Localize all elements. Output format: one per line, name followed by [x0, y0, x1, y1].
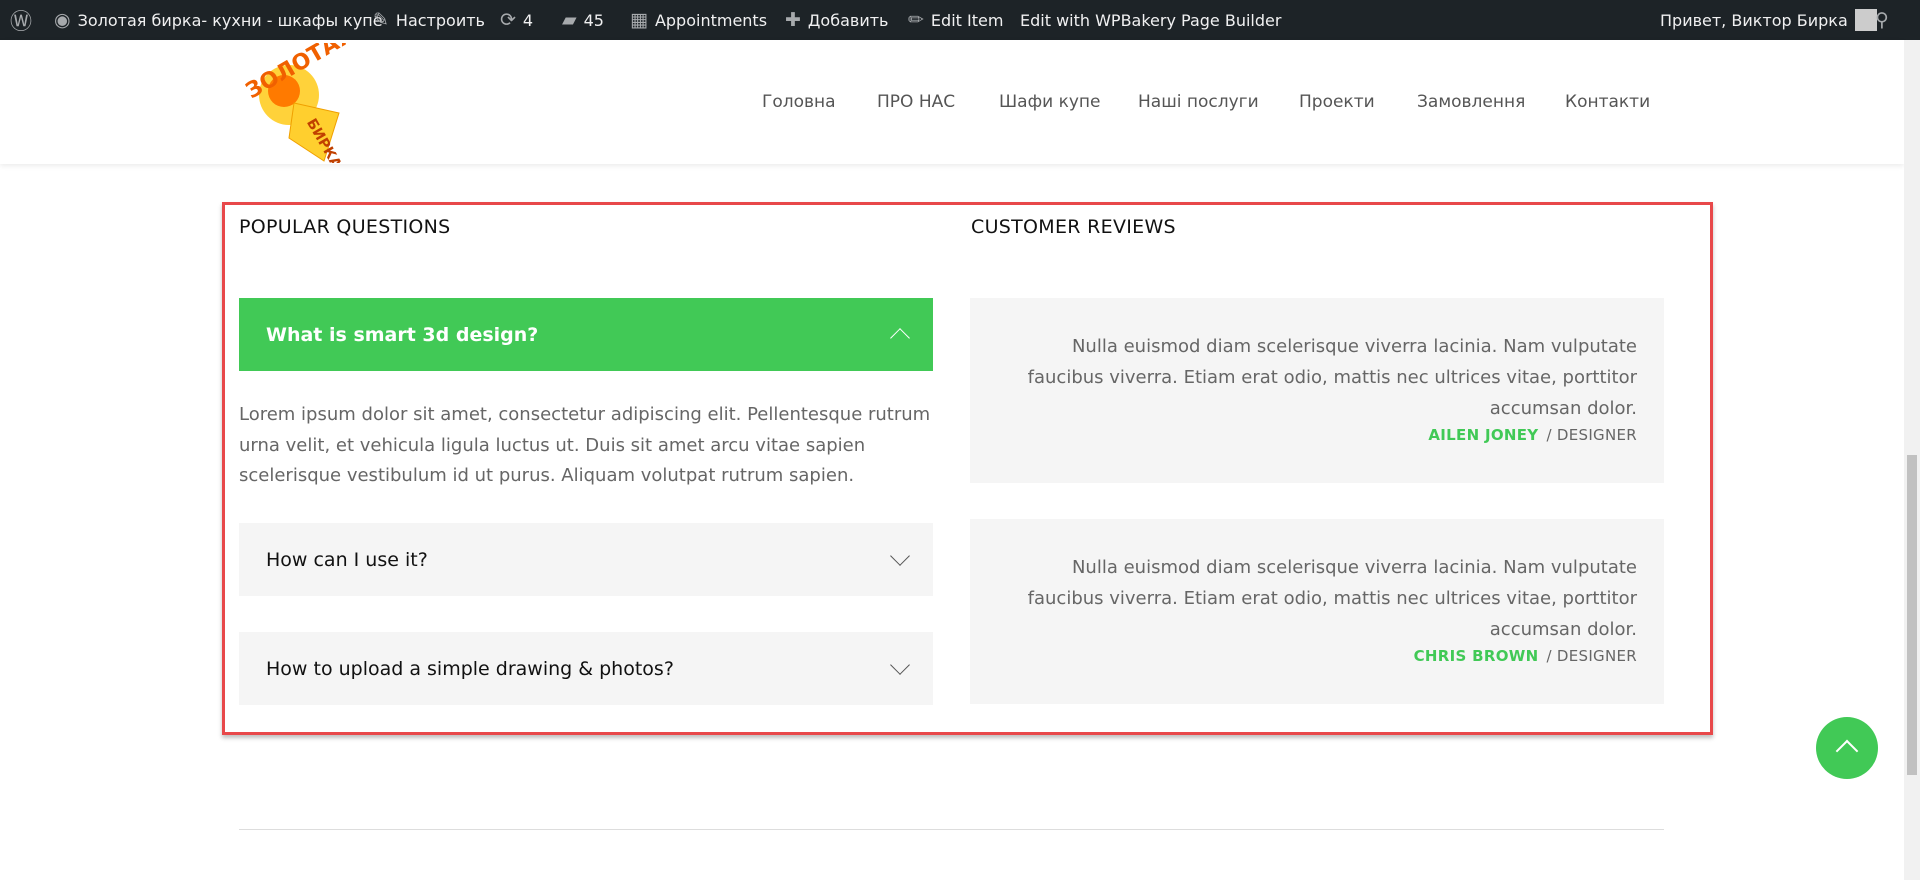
wordpress-logo-icon[interactable]: Ⓦ	[10, 0, 32, 40]
nav-projects[interactable]: Проекти	[1299, 92, 1375, 112]
faq-question: How to upload a simple drawing & photos?	[266, 657, 674, 680]
faq-title: POPULAR QUESTIONS	[239, 216, 451, 238]
faq-item-open[interactable]: What is smart 3d design?	[239, 298, 933, 371]
review-text: Nulla euismod diam scelerisque viverra l…	[1027, 336, 1637, 419]
faq-question: What is smart 3d design?	[266, 323, 539, 346]
appointments-label: Appointments	[654, 10, 768, 30]
faq-question: How can I use it?	[266, 548, 428, 571]
customize-link[interactable]: ✎ Настроить	[373, 0, 485, 40]
comment-icon: ▰	[562, 9, 577, 31]
avatar	[1854, 9, 1877, 31]
dashboard-icon: ◉	[54, 9, 71, 31]
author-role: / DESIGNER	[1546, 647, 1637, 665]
wpbakery-label: Edit with WPBakery Page Builder	[1020, 10, 1282, 30]
scroll-to-top-button[interactable]	[1816, 717, 1878, 779]
reviews-title: CUSTOMER REVIEWS	[971, 216, 1176, 238]
scrollbar[interactable]	[1904, 40, 1920, 880]
review-card: Nulla euismod diam scelerisque viverra l…	[970, 519, 1664, 704]
faq-item[interactable]: How can I use it?	[239, 523, 933, 596]
wpbakery-link[interactable]: Edit with WPBakery Page Builder	[1020, 0, 1281, 40]
nav-home[interactable]: Головна	[762, 92, 836, 112]
updates-link[interactable]: ⟳ 4	[500, 0, 533, 40]
nav-wardrobes[interactable]: Шафи купе	[999, 92, 1101, 112]
review-author: CHRIS BROWN / DESIGNER	[1414, 647, 1637, 665]
brush-icon: ✎	[373, 9, 389, 31]
comments-count: 45	[583, 10, 604, 30]
nav-order[interactable]: Замовлення	[1417, 92, 1525, 112]
plus-icon: ✚	[785, 9, 801, 31]
pencil-icon: ✏	[908, 9, 924, 31]
updates-icon: ⟳	[500, 9, 516, 31]
greeting: Привет, Виктор Бирка	[1660, 10, 1848, 30]
divider	[239, 829, 1664, 830]
search-icon[interactable]: ⚲	[1875, 0, 1889, 40]
nav-contacts[interactable]: Контакти	[1565, 92, 1650, 112]
updates-count: 4	[522, 10, 534, 30]
nav-services[interactable]: Наші послуги	[1138, 92, 1259, 112]
account-menu[interactable]: Привет, Виктор Бирка	[1660, 0, 1877, 40]
comments-link[interactable]: ▰ 45	[562, 0, 604, 40]
scrollbar-thumb[interactable]	[1907, 455, 1917, 775]
chevron-down-icon	[890, 655, 910, 675]
site-name-link[interactable]: ◉ Золотая бирка- кухни - шкафы купе	[54, 0, 383, 40]
wp-admin-bar: Ⓦ ◉ Золотая бирка- кухни - шкафы купе ✎ На…	[0, 0, 1920, 40]
appointments-link[interactable]: ▦ Appointments	[630, 0, 767, 40]
add-label: Добавить	[807, 10, 889, 30]
nav-about[interactable]: ПРО НАС	[877, 92, 955, 112]
customize-label: Настроить	[395, 10, 485, 30]
faq-answer: Lorem ipsum dolor sit amet, consectetur …	[239, 404, 931, 486]
faq-item[interactable]: How to upload a simple drawing & photos?	[239, 632, 933, 705]
site-header: ЗОЛОТАЯ БИРКА Головна ПРО НАС Шафи купе …	[0, 40, 1904, 164]
chevron-up-icon	[1835, 739, 1859, 763]
edit-item-link[interactable]: ✏ Edit Item	[908, 0, 1003, 40]
calendar-icon: ▦	[630, 9, 648, 31]
review-card: Nulla euismod diam scelerisque viverra l…	[970, 298, 1664, 483]
site-logo[interactable]: ЗОЛОТАЯ БИРКА	[239, 43, 379, 163]
edit-item-label: Edit Item	[930, 10, 1004, 30]
review-author: AILEN JONEY / DESIGNER	[1428, 426, 1637, 444]
author-name: CHRIS BROWN	[1413, 647, 1539, 665]
chevron-down-icon	[890, 546, 910, 566]
author-role: / DESIGNER	[1546, 426, 1637, 444]
site-name: Золотая бирка- кухни - шкафы купе	[77, 10, 383, 30]
review-text: Nulla euismod diam scelerisque viverra l…	[1027, 557, 1637, 640]
author-name: AILEN JONEY	[1428, 426, 1539, 444]
add-new-link[interactable]: ✚ Добавить	[785, 0, 888, 40]
chevron-up-icon	[890, 328, 910, 348]
